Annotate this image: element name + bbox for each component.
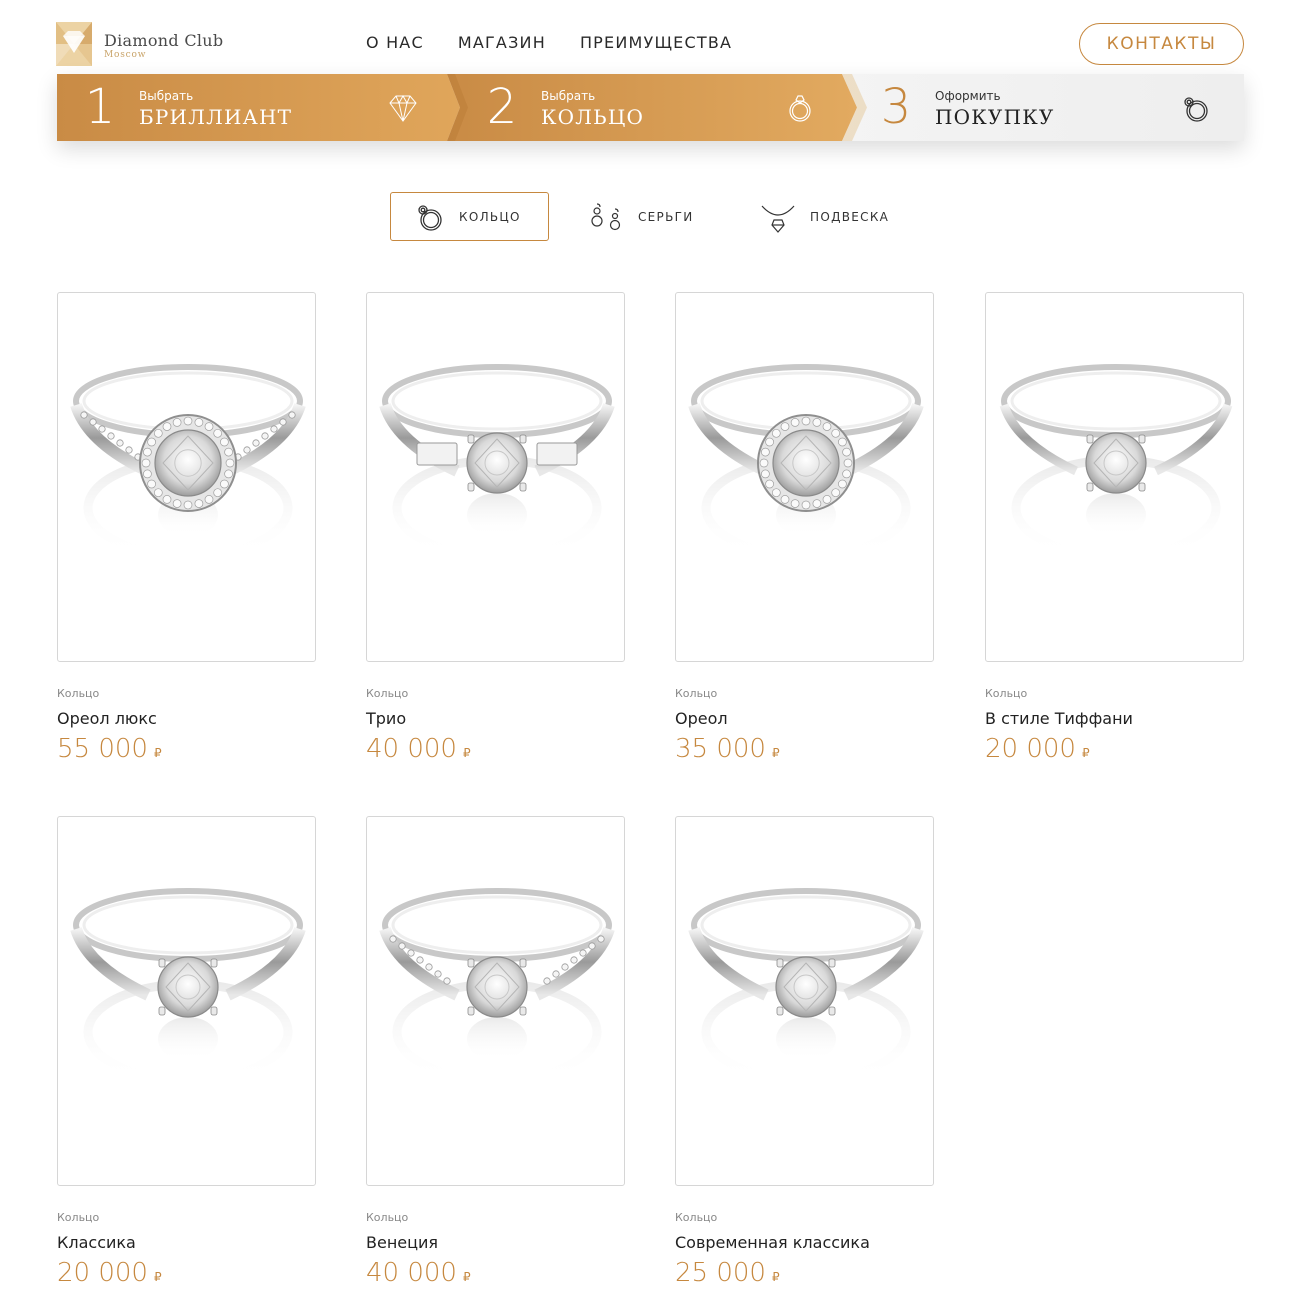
product-image[interactable]: [675, 816, 934, 1186]
tab-earrings-label: СЕРЬГИ: [638, 209, 694, 224]
product-category: Кольцо: [57, 1211, 100, 1224]
product-image[interactable]: [366, 816, 625, 1186]
diamond-logo-icon: [56, 22, 92, 66]
product-category: Кольцо: [985, 687, 1028, 700]
product-image[interactable]: [675, 292, 934, 662]
product-category: Кольцо: [675, 687, 718, 700]
product-price: 35 000 ₽: [675, 734, 934, 764]
step-3[interactable]: 3 Оформить ПОКУПКУ: [875, 74, 1055, 141]
price-value: 20 000: [985, 734, 1076, 764]
currency-symbol: ₽: [153, 746, 162, 760]
step-1-small: Выбрать: [139, 88, 194, 103]
step-2[interactable]: 2 Выбрать КОЛЬЦО: [481, 74, 644, 141]
product-image[interactable]: [57, 816, 316, 1186]
step-2-small: Выбрать: [541, 88, 596, 103]
tab-ring[interactable]: КОЛЬЦО: [390, 192, 549, 241]
product-price: 20 000 ₽: [985, 734, 1244, 764]
tab-earrings[interactable]: СЕРЬГИ: [588, 192, 708, 241]
price-value: 35 000: [675, 734, 766, 764]
product-card[interactable]: Кольцо Классика 20 000 ₽: [57, 816, 316, 1288]
product-category: Кольцо: [675, 1211, 718, 1224]
step-2-title: КОЛЬЦО: [541, 104, 645, 129]
product-name[interactable]: Классика: [57, 1233, 316, 1253]
order-steps: 1 Выбрать БРИЛЛИАНТ 2 Выбрать КОЛЬЦО 3 О…: [57, 74, 1244, 141]
brand-name: Diamond Club: [104, 31, 224, 50]
product-name[interactable]: Трио: [366, 709, 625, 729]
product-price: 40 000 ₽: [366, 1258, 625, 1288]
product-price: 40 000 ₽: [366, 734, 625, 764]
ring-icon: [783, 91, 817, 125]
product-card[interactable]: Кольцо Венеция 40 000 ₽: [366, 816, 625, 1288]
currency-symbol: ₽: [153, 1270, 162, 1284]
brand-city: Moscow: [104, 50, 147, 60]
product-card[interactable]: Кольцо Современная классика 25 000 ₽: [675, 816, 934, 1288]
product-category: Кольцо: [366, 1211, 409, 1224]
nav-item-about[interactable]: О НАС: [366, 33, 424, 52]
product-name[interactable]: Ореол люкс: [57, 709, 316, 729]
product-card[interactable]: Кольцо Ореол 35 000 ₽: [675, 292, 934, 764]
currency-symbol: ₽: [1081, 746, 1090, 760]
ring-icon: [415, 200, 445, 234]
tab-ring-label: КОЛЬЦО: [459, 209, 521, 224]
product-image[interactable]: [57, 292, 316, 662]
product-price: 25 000 ₽: [675, 1258, 934, 1288]
price-value: 40 000: [366, 734, 457, 764]
product-card[interactable]: Кольцо Ореол люкс 55 000 ₽: [57, 292, 316, 764]
product-name[interactable]: Ореол: [675, 709, 934, 729]
product-name[interactable]: В стиле Тиффани: [985, 709, 1244, 729]
product-image[interactable]: [985, 292, 1244, 662]
price-value: 40 000: [366, 1258, 457, 1288]
product-card[interactable]: Кольцо В стиле Тиффани 20 000 ₽: [985, 292, 1244, 764]
site-header: Diamond Club Moscow О НАС МАГАЗИН ПРЕИМУ…: [0, 0, 1300, 74]
step-1-title: БРИЛЛИАНТ: [139, 104, 293, 129]
tab-pendant[interactable]: ПОДВЕСКА: [760, 192, 900, 241]
main-nav: О НАС МАГАЗИН ПРЕИМУЩЕСТВА: [366, 33, 766, 52]
product-category: Кольцо: [57, 687, 100, 700]
nav-item-benefits[interactable]: ПРЕИМУЩЕСТВА: [580, 33, 732, 52]
step-1[interactable]: 1 Выбрать БРИЛЛИАНТ: [79, 74, 292, 141]
logo[interactable]: Diamond Club Moscow: [56, 22, 246, 68]
product-image[interactable]: [366, 292, 625, 662]
price-value: 25 000: [675, 1258, 766, 1288]
currency-symbol: ₽: [771, 1270, 780, 1284]
price-value: 20 000: [57, 1258, 148, 1288]
diamond-ring-icon: [1179, 91, 1213, 125]
diamond-icon: [386, 91, 420, 125]
step-3-number: 3: [880, 79, 912, 135]
step-3-small: Оформить: [935, 88, 1001, 103]
step-2-number: 2: [486, 79, 518, 135]
earrings-icon: [588, 200, 624, 234]
product-name[interactable]: Венеция: [366, 1233, 625, 1253]
product-name[interactable]: Современная классика: [675, 1233, 934, 1253]
price-value: 55 000: [57, 734, 148, 764]
product-price: 20 000 ₽: [57, 1258, 316, 1288]
product-category: Кольцо: [366, 687, 409, 700]
tab-pendant-label: ПОДВЕСКА: [810, 209, 890, 224]
nav-item-shop[interactable]: МАГАЗИН: [458, 33, 546, 52]
product-card[interactable]: Кольцо Трио 40 000 ₽: [366, 292, 625, 764]
currency-symbol: ₽: [771, 746, 780, 760]
contacts-button[interactable]: КОНТАКТЫ: [1079, 23, 1244, 65]
currency-symbol: ₽: [462, 746, 471, 760]
currency-symbol: ₽: [462, 1270, 471, 1284]
step-1-number: 1: [84, 79, 116, 135]
pendant-icon: [760, 200, 796, 234]
step-3-title: ПОКУПКУ: [935, 104, 1055, 129]
product-price: 55 000 ₽: [57, 734, 316, 764]
